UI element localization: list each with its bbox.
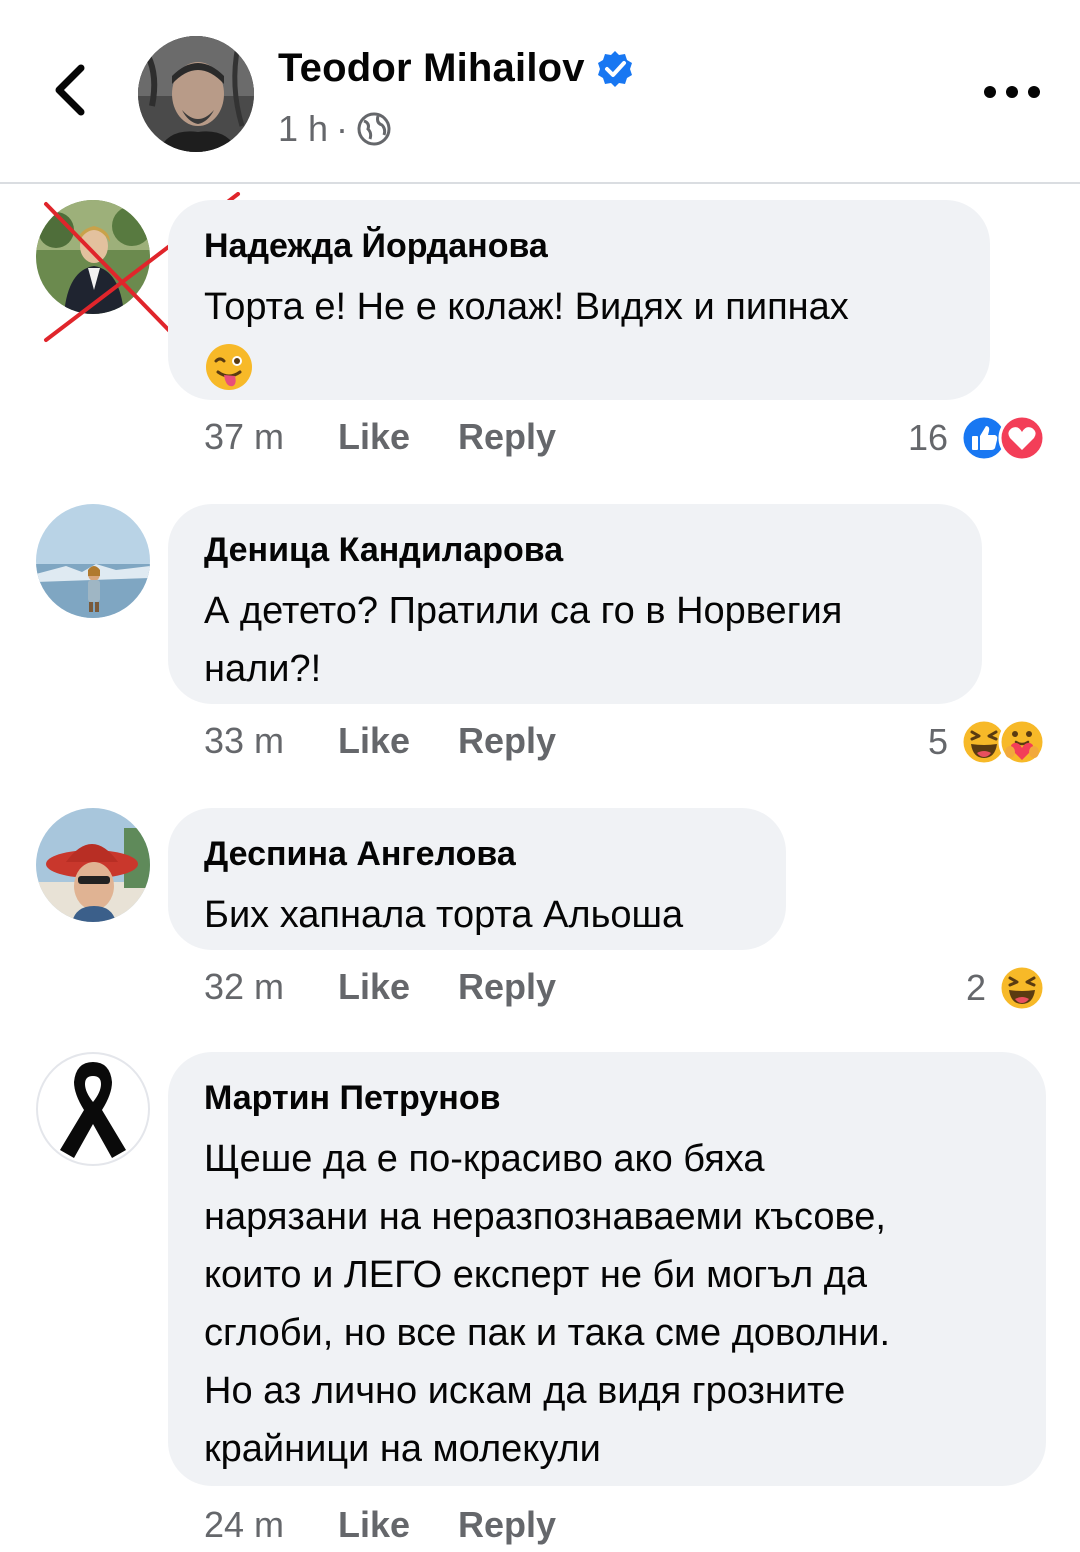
author-name-text: Teodor Mihailov [278, 46, 585, 90]
reaction-summary[interactable]: 5 [928, 718, 1046, 766]
reaction-summary[interactable]: 16 [908, 414, 1046, 462]
meta-separator: · [336, 108, 349, 149]
comment-text-line: Щеше да е по-красиво ако бяха [204, 1138, 765, 1180]
verified-badge-icon [595, 49, 635, 89]
comment-actions: 32 m Like Reply [204, 966, 556, 1008]
comment-time: 24 m [204, 1504, 285, 1545]
author-avatar[interactable] [138, 36, 254, 152]
back-button[interactable] [40, 60, 100, 120]
more-dots-icon [1006, 86, 1018, 98]
comment-text-body: Торта е! Не е колаж! Видях и пипнах [204, 286, 849, 328]
comment-time: 33 m [204, 720, 285, 761]
post-meta: 1 h · [278, 108, 392, 150]
comment-actions: 37 m Like Reply [204, 416, 556, 458]
comment-bubble[interactable]: Надежда Йорданова Торта е! Не е колаж! В… [168, 200, 990, 400]
comment-text: А детето? Пратили са го в Норвегия нали?… [204, 582, 946, 698]
comment-text-line: които и ЛЕГО експерт не би могъл да [204, 1254, 867, 1296]
winking-tongue-emoji [204, 342, 254, 392]
more-options-button[interactable] [984, 72, 1040, 112]
comment-bubble[interactable]: Деспина Ангелова Бих хапнала торта Альош… [168, 808, 786, 950]
comment-bubble[interactable]: Деница Кандиларова А детето? Пратили са … [168, 504, 982, 704]
back-chevron-icon [55, 64, 85, 116]
comment-time: 32 m [204, 966, 285, 1007]
haha-reaction-icon [998, 964, 1046, 1012]
comment-bubble[interactable]: Мартин Петрунов Щеше да е по-красиво ако… [168, 1052, 1046, 1486]
more-dots-icon [984, 86, 996, 98]
like-button[interactable]: Like [338, 720, 458, 762]
commenter-name[interactable]: Мартин Петрунов [204, 1078, 1010, 1118]
reaction-summary[interactable]: 2 [966, 964, 1046, 1012]
reaction-count: 16 [907, 417, 948, 458]
commenter-name[interactable]: Деспина Ангелова [204, 834, 750, 874]
reply-button[interactable]: Reply [458, 966, 556, 1008]
comment-actions: 24 m Like Reply [204, 1504, 556, 1546]
black-ribbon-icon [60, 1062, 126, 1158]
comment-time: 37 m [204, 416, 285, 457]
reply-button[interactable]: Reply [458, 416, 556, 458]
commenter-avatar[interactable] [36, 504, 150, 618]
globe-icon [356, 111, 392, 147]
post-header: Teodor Mihailov 1 h · [0, 0, 1080, 184]
comment-text: Бих хапнала торта Альоша [204, 894, 684, 936]
like-button[interactable]: Like [338, 1504, 458, 1546]
care-reaction-icon [998, 718, 1046, 766]
comment-text-line: крайници на молекули [204, 1428, 601, 1470]
author-name[interactable]: Teodor Mihailov [278, 46, 635, 91]
like-button[interactable]: Like [338, 416, 458, 458]
post-time: 1 h [278, 108, 329, 149]
reply-button[interactable]: Reply [458, 1504, 556, 1546]
reaction-count: 2 [965, 967, 986, 1008]
comment-text-line: А детето? Пратили са го в Норвегия [204, 590, 843, 632]
comment-text-line: нали?! [204, 648, 322, 690]
comment-text-line: сглоби, но все пак и така сме доволни. [204, 1312, 891, 1354]
comment-text-line: Но аз лично искам да видя грозните [204, 1370, 846, 1412]
commenter-avatar[interactable] [36, 808, 150, 922]
reply-button[interactable]: Reply [458, 720, 556, 762]
love-reaction-icon [998, 414, 1046, 462]
commenter-name[interactable]: Деница Кандиларова [204, 530, 946, 570]
more-dots-icon [1028, 86, 1040, 98]
comment-actions: 33 m Like Reply [204, 720, 556, 762]
comment-text: Щеше да е по-красиво ако бяха нарязани н… [204, 1130, 1010, 1478]
commenter-name[interactable]: Надежда Йорданова [204, 226, 954, 266]
comment-text: Торта е! Не е колаж! Видях и пипнах [204, 278, 954, 394]
like-button[interactable]: Like [338, 966, 458, 1008]
comment-text-line: нарязани на неразпознаваеми късове, [204, 1196, 886, 1238]
commenter-avatar[interactable] [36, 1052, 150, 1166]
reaction-count: 5 [927, 721, 948, 762]
